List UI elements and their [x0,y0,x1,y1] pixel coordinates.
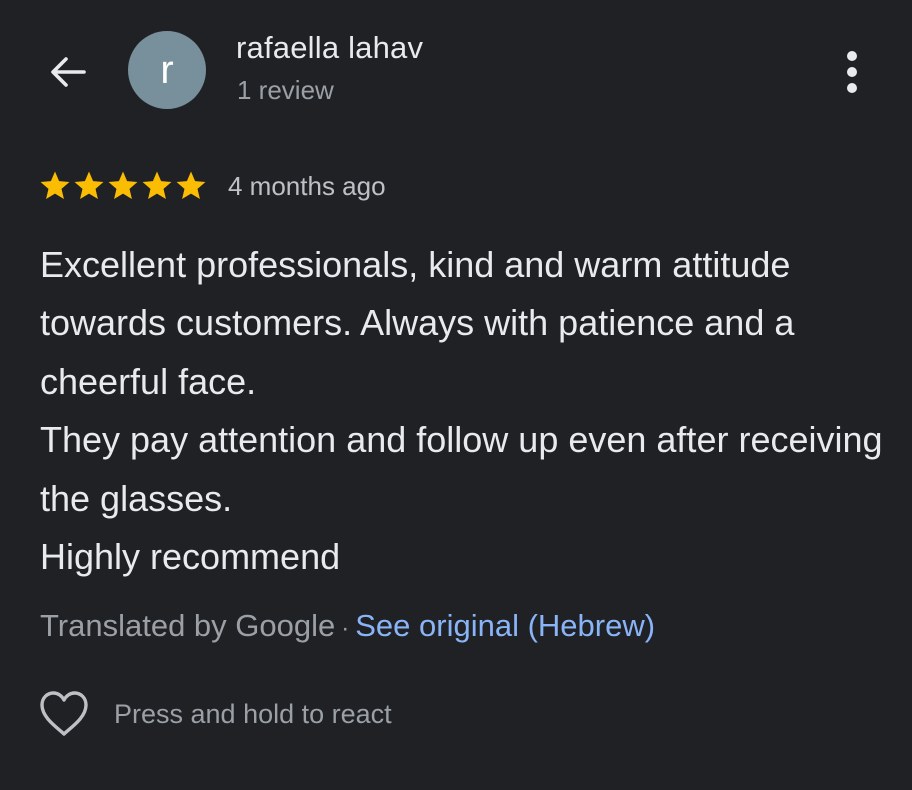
star-icon [176,171,206,200]
review-date: 4 months ago [228,170,386,201]
reviewer-name[interactable]: rafaella lahav [236,30,423,66]
translation-info: Translated by Google · See original (Heb… [40,608,655,644]
more-options-button[interactable] [828,44,876,100]
review-count: 1 review [237,75,334,105]
more-vert-icon-dot [847,83,857,93]
star-rating [38,169,208,203]
translated-by-label: Translated by Google [40,608,336,643]
star-icon [40,171,70,200]
separator: · [341,615,350,642]
avatar[interactable]: r [128,31,206,109]
more-vert-icon-dot [847,67,857,77]
see-original-link[interactable]: See original (Hebrew) [355,608,655,644]
star-icon [142,171,172,200]
star-icon [108,171,138,200]
arrow-back-icon [51,57,86,87]
react-button[interactable]: Press and hold to react [38,688,392,740]
review-text: Excellent professionals, kind and warm a… [40,244,883,578]
react-label: Press and hold to react [114,698,392,729]
rating-row: 4 months ago [38,166,386,206]
back-button[interactable] [38,44,98,100]
more-vert-icon [847,51,857,61]
heart-outline-icon [40,691,88,736]
star-icon [74,171,104,200]
